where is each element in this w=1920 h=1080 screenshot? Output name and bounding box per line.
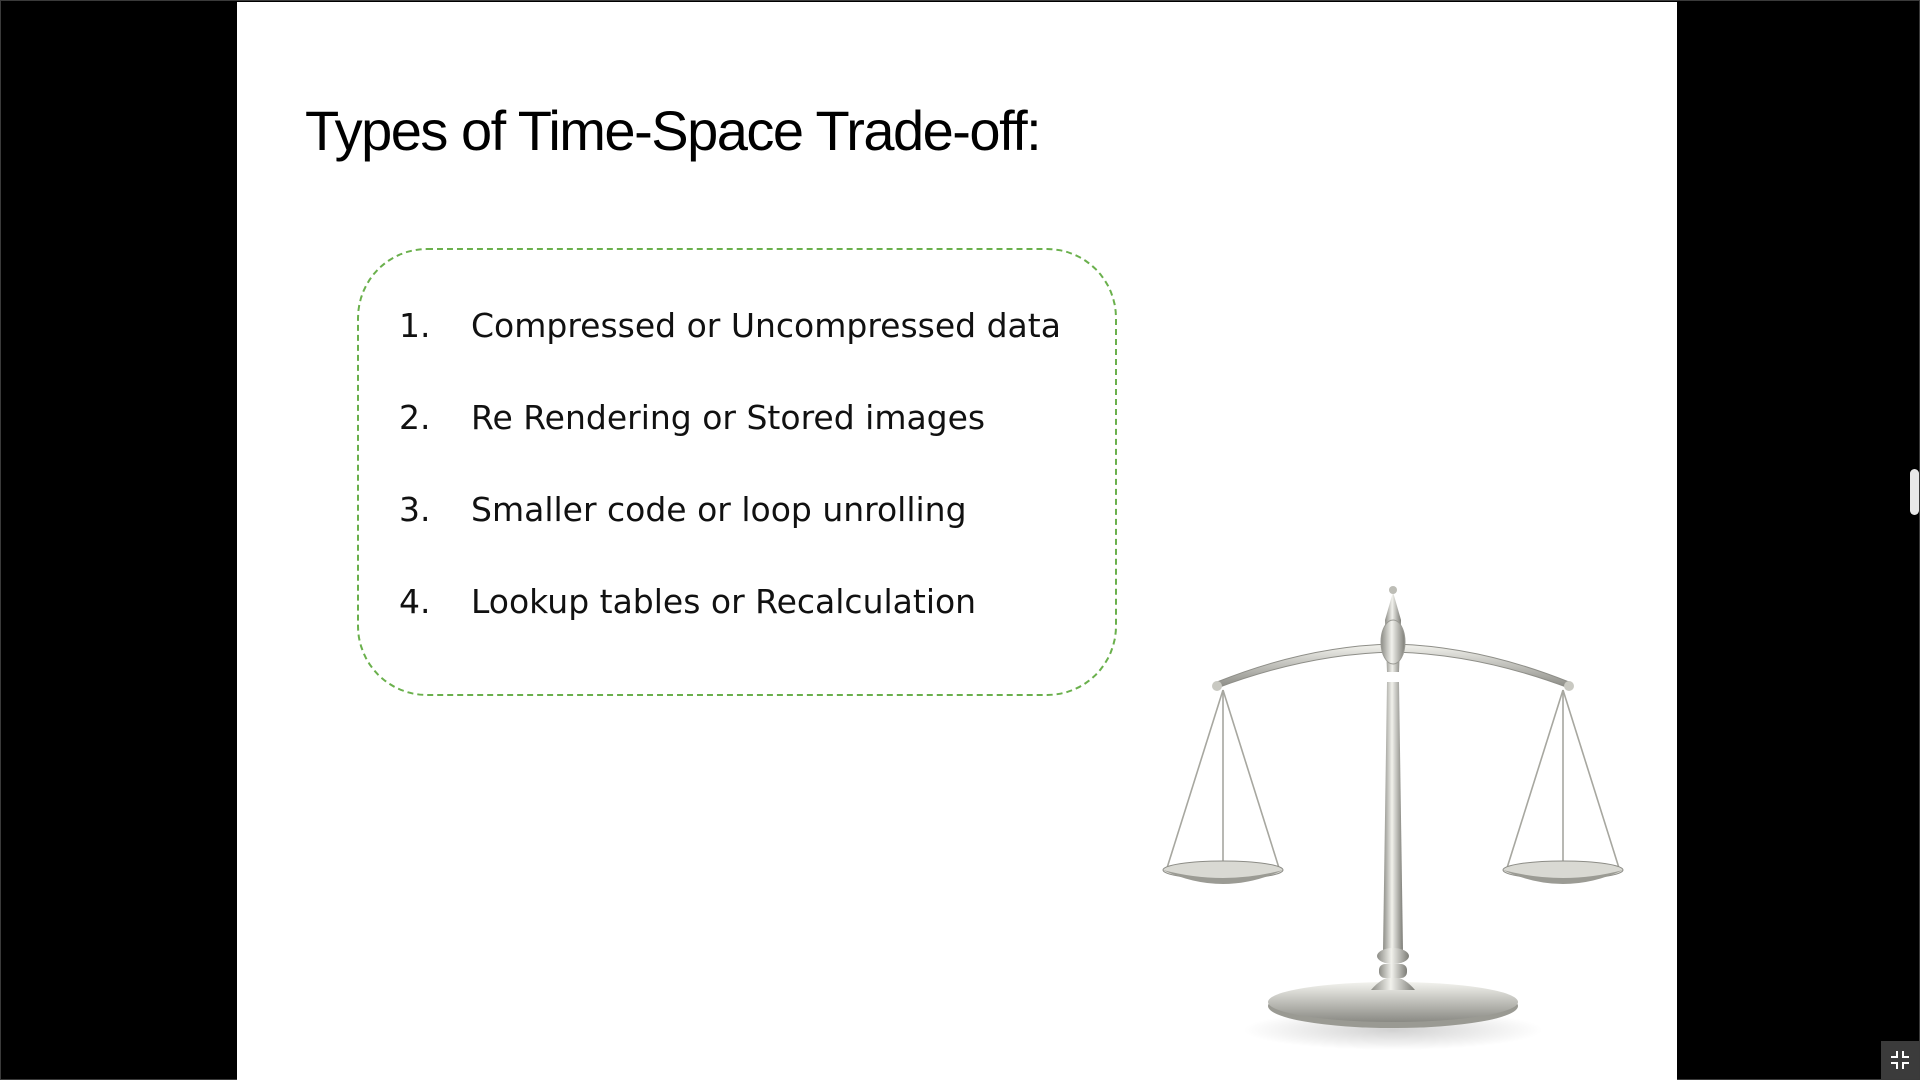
list-item-number: 3. — [399, 490, 431, 529]
presentation-viewer: Types of Time-Space Trade-off: 1. Compre… — [0, 0, 1920, 1080]
exit-fullscreen-button[interactable] — [1881, 1041, 1919, 1079]
list-item: 4. Lookup tables or Recalculation — [399, 582, 1061, 674]
slide: Types of Time-Space Trade-off: 1. Compre… — [237, 2, 1677, 1080]
exit-fullscreen-icon — [1891, 1051, 1909, 1069]
scroll-handle[interactable] — [1910, 469, 1919, 515]
list-box: 1. Compressed or Uncompressed data 2. Re… — [357, 248, 1117, 696]
list-item-text: Smaller code or loop unrolling — [471, 490, 967, 529]
trade-off-list: 1. Compressed or Uncompressed data 2. Re… — [399, 306, 1061, 674]
list-item-number: 1. — [399, 306, 431, 345]
list-item-text: Re Rendering or Stored images — [471, 398, 986, 437]
list-item-text: Compressed or Uncompressed data — [471, 306, 1061, 345]
list-item: 2. Re Rendering or Stored images — [399, 398, 1061, 490]
list-item-text: Lookup tables or Recalculation — [471, 582, 977, 621]
slide-title: Types of Time-Space Trade-off: — [305, 99, 1042, 162]
list-item-number: 4. — [399, 582, 431, 621]
list-item: 1. Compressed or Uncompressed data — [399, 306, 1061, 398]
balance-scale-icon — [1162, 586, 1624, 1050]
list-item-number: 2. — [399, 398, 431, 437]
list-item: 3. Smaller code or loop unrolling — [399, 490, 1061, 582]
